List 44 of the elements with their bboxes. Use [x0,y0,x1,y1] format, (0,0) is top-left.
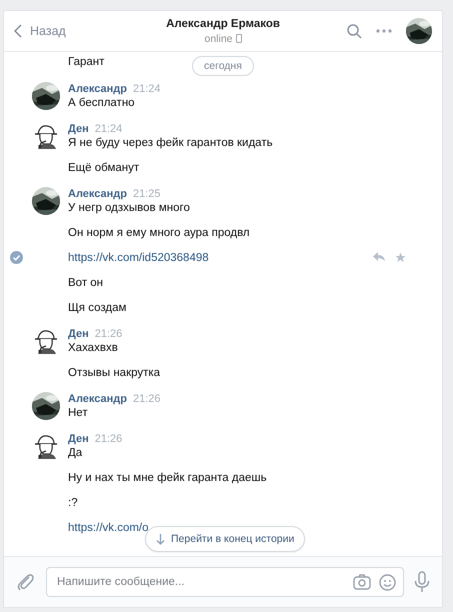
message-text: Ну и нах ты мне фейк гаранта даешь [68,471,267,485]
message-text: Да [68,446,82,460]
message-text: Хахахвхв [68,341,118,355]
message-time: 21:26 [132,392,161,406]
sender-name[interactable]: Ден [68,327,89,341]
arrow-down-icon [156,534,165,544]
message-text: Нет [68,406,88,420]
sender-name[interactable]: Ден [68,122,89,136]
star-icon[interactable] [395,252,406,263]
attach-icon[interactable] [16,572,36,592]
message-link[interactable]: https://vk.com/id520368498 [68,251,209,265]
phone-icon [236,34,242,43]
chevron-left-icon [14,24,22,38]
sender-name[interactable]: Александр [68,392,127,406]
camera-icon[interactable] [353,574,371,590]
message-text: Я не буду через фейк гарантов кидать [68,136,273,150]
reply-icon[interactable] [373,252,385,262]
date-badge: сегодня [192,56,254,76]
sender-name[interactable]: Александр [68,82,127,96]
check-icon[interactable] [10,251,23,264]
message-time: 21:24 [132,82,161,96]
message-time: 21:25 [132,187,161,201]
message-input[interactable]: Напишите сообщение... [46,567,404,597]
sender-name[interactable]: Александр [68,187,127,201]
message-time: 21:26 [94,327,122,341]
message-text: Он норм я ему много аура продвл [68,226,250,240]
message-time: 21:24 [94,122,122,136]
microphone-icon[interactable] [414,571,430,593]
emoji-icon[interactable] [379,574,396,591]
more-icon[interactable] [376,29,392,33]
status-text: online [204,32,233,44]
search-icon[interactable] [347,24,362,38]
message-text: У негр одзхывов много [68,201,190,215]
chat-title: Александр Ермаков [166,18,280,30]
message-text: Ещё обманут [68,161,140,175]
message-text: :? [68,496,78,510]
message-text: Щя создам [68,301,126,315]
message-text: Вот он [68,276,104,290]
back-button[interactable]: Назад [14,24,124,38]
message-text: Отзывы накрутка [68,366,160,380]
message-text: Гарант [68,55,104,69]
sender-name[interactable]: Ден [68,432,89,446]
message-time: 21:26 [94,432,122,446]
message-text: А бесплатно [68,96,135,110]
